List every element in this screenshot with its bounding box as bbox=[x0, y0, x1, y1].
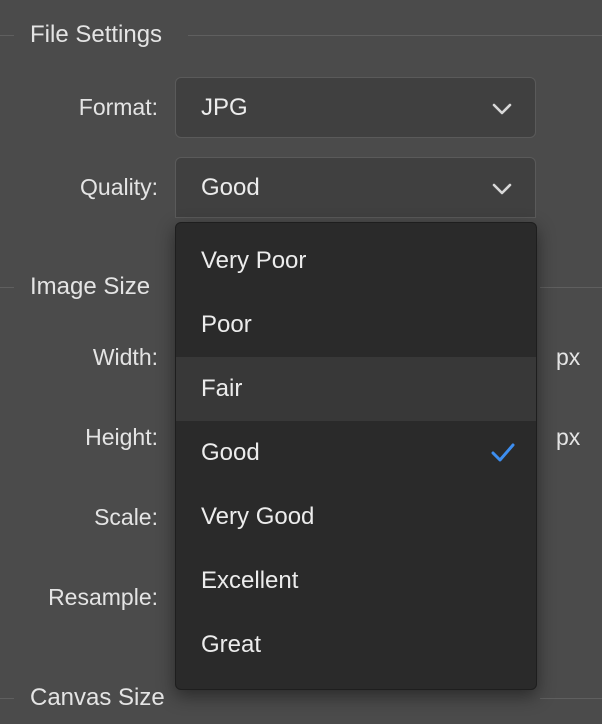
option-label: Fair bbox=[201, 375, 243, 402]
section-title: File Settings bbox=[30, 21, 163, 48]
height-label: Height: bbox=[85, 424, 158, 450]
chevron-down-icon bbox=[492, 183, 512, 195]
resample-label: Resample: bbox=[48, 584, 158, 610]
section-file-settings: File Settings bbox=[0, 15, 602, 55]
option-label: Very Poor bbox=[201, 247, 307, 274]
format-select[interactable]: JPG bbox=[175, 77, 536, 138]
option-label: Poor bbox=[201, 311, 252, 338]
quality-option-excellent[interactable]: Excellent bbox=[176, 549, 536, 613]
export-settings-panel: File Settings Format: JPG Quality: Good … bbox=[0, 0, 602, 724]
chevron-down-icon bbox=[492, 103, 512, 115]
quality-option-good[interactable]: Good bbox=[176, 421, 536, 485]
width-unit: px bbox=[556, 344, 581, 370]
option-label: Excellent bbox=[201, 567, 299, 594]
quality-option-very-poor[interactable]: Very Poor bbox=[176, 229, 536, 293]
quality-option-fair[interactable]: Fair bbox=[176, 357, 536, 421]
section-divider bbox=[540, 698, 602, 699]
section-divider bbox=[0, 287, 14, 288]
quality-select-value: Good bbox=[201, 174, 260, 201]
section-divider bbox=[540, 287, 602, 288]
quality-option-very-good[interactable]: Very Good bbox=[176, 485, 536, 549]
option-label: Good bbox=[201, 439, 260, 466]
quality-label: Quality: bbox=[80, 174, 158, 200]
quality-option-great[interactable]: Great bbox=[176, 613, 536, 677]
quality-option-poor[interactable]: Poor bbox=[176, 293, 536, 357]
section-title: Canvas Size bbox=[30, 684, 165, 711]
option-label: Great bbox=[201, 631, 262, 658]
section-divider bbox=[188, 35, 602, 36]
quality-select[interactable]: Good bbox=[175, 157, 536, 218]
height-unit: px bbox=[556, 424, 581, 450]
section-title: Image Size bbox=[30, 273, 151, 300]
format-label: Format: bbox=[78, 94, 158, 120]
format-select-value: JPG bbox=[201, 94, 248, 121]
option-label: Very Good bbox=[201, 503, 315, 530]
scale-label: Scale: bbox=[94, 504, 158, 530]
section-divider bbox=[0, 698, 14, 699]
width-label: Width: bbox=[92, 344, 158, 370]
checkmark-icon bbox=[491, 443, 515, 462]
section-divider bbox=[0, 35, 14, 36]
quality-dropdown-menu: Very Poor Poor Fair Good Very Good Excel… bbox=[175, 222, 537, 690]
